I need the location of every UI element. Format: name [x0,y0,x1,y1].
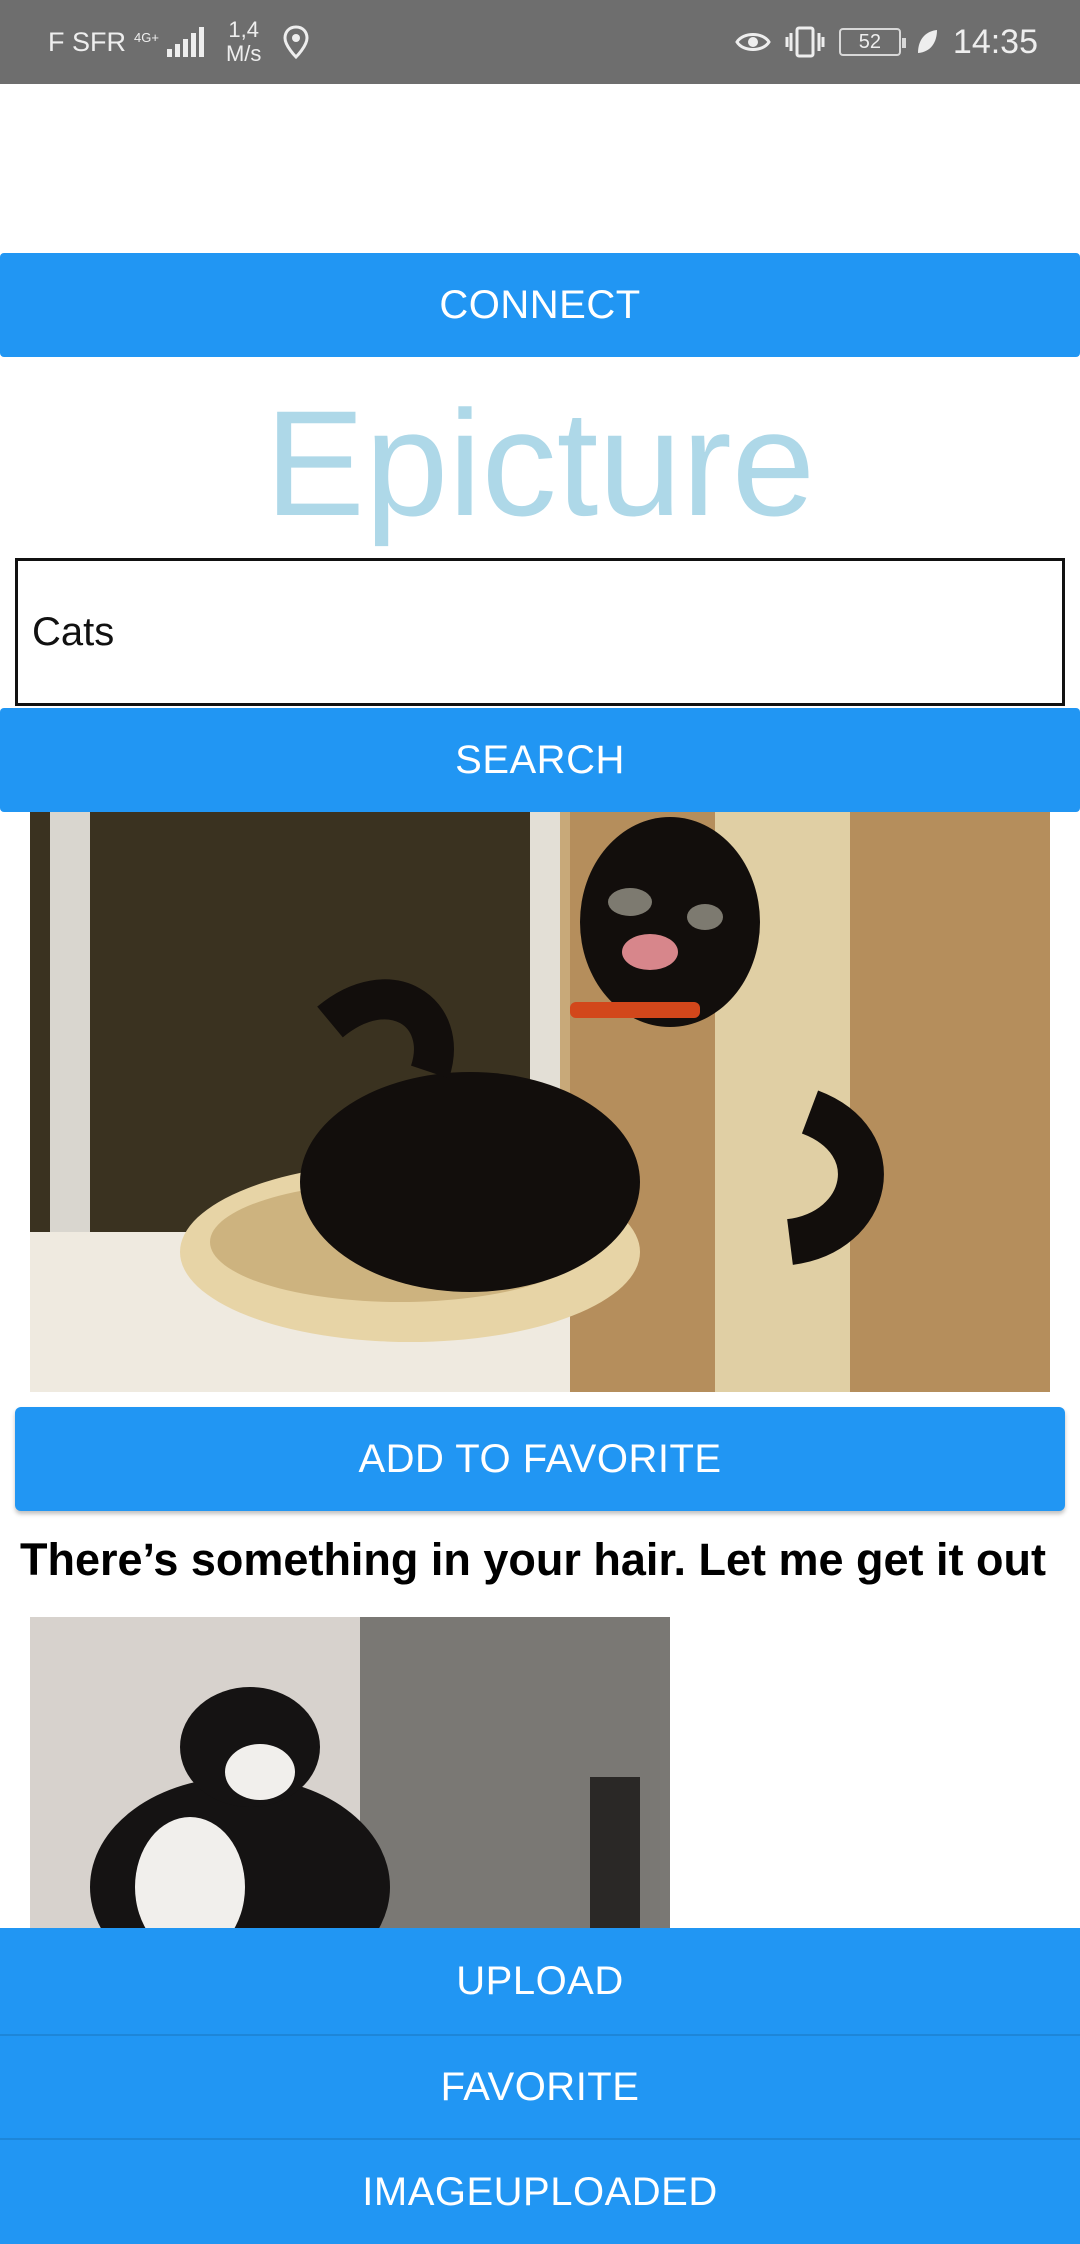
status-bar-right: 52 14:35 [735,0,1038,84]
search-input[interactable] [15,558,1065,706]
app-title: Epicture [264,379,816,547]
battery-icon: 52 [838,28,906,56]
network-speed: 1,4 M/s [226,18,261,66]
carrier-label: F SFR [48,26,126,57]
result-image [30,812,1050,1392]
clock: 14:35 [952,22,1038,61]
imageuploaded-button[interactable]: IMAGEUPLOADED [0,2138,1080,2244]
network-type-label: 4G+ [134,29,159,45]
cat-on-scratching-post-image [30,812,1050,1392]
leaf-icon [917,30,937,53]
vibrate-icon [785,26,825,58]
speed-unit: M/s [225,41,262,66]
upload-button[interactable]: UPLOAD [0,1928,1080,2034]
signal-icon [166,27,204,57]
status-bar: F SFR 4G+ 1,4 M/s 52 14:35 [0,0,1080,84]
speed-value: 1,4 [228,17,259,42]
battery-level: 52 [858,30,882,53]
search-button[interactable]: SEARCH [0,708,1080,812]
result-image [30,1617,670,1928]
result-caption: There’s something in your hair. Let me g… [20,1534,1046,1585]
status-bar-left: F SFR 4G+ 1,4 M/s [48,0,309,84]
eye-icon [735,33,771,51]
cat-grooming-image [30,1617,670,1928]
location-icon [283,25,309,59]
connect-button[interactable]: CONNECT [0,253,1080,357]
add-to-favorite-button[interactable]: ADD TO FAVORITE [15,1407,1065,1511]
favorite-button[interactable]: FAVORITE [0,2034,1080,2138]
